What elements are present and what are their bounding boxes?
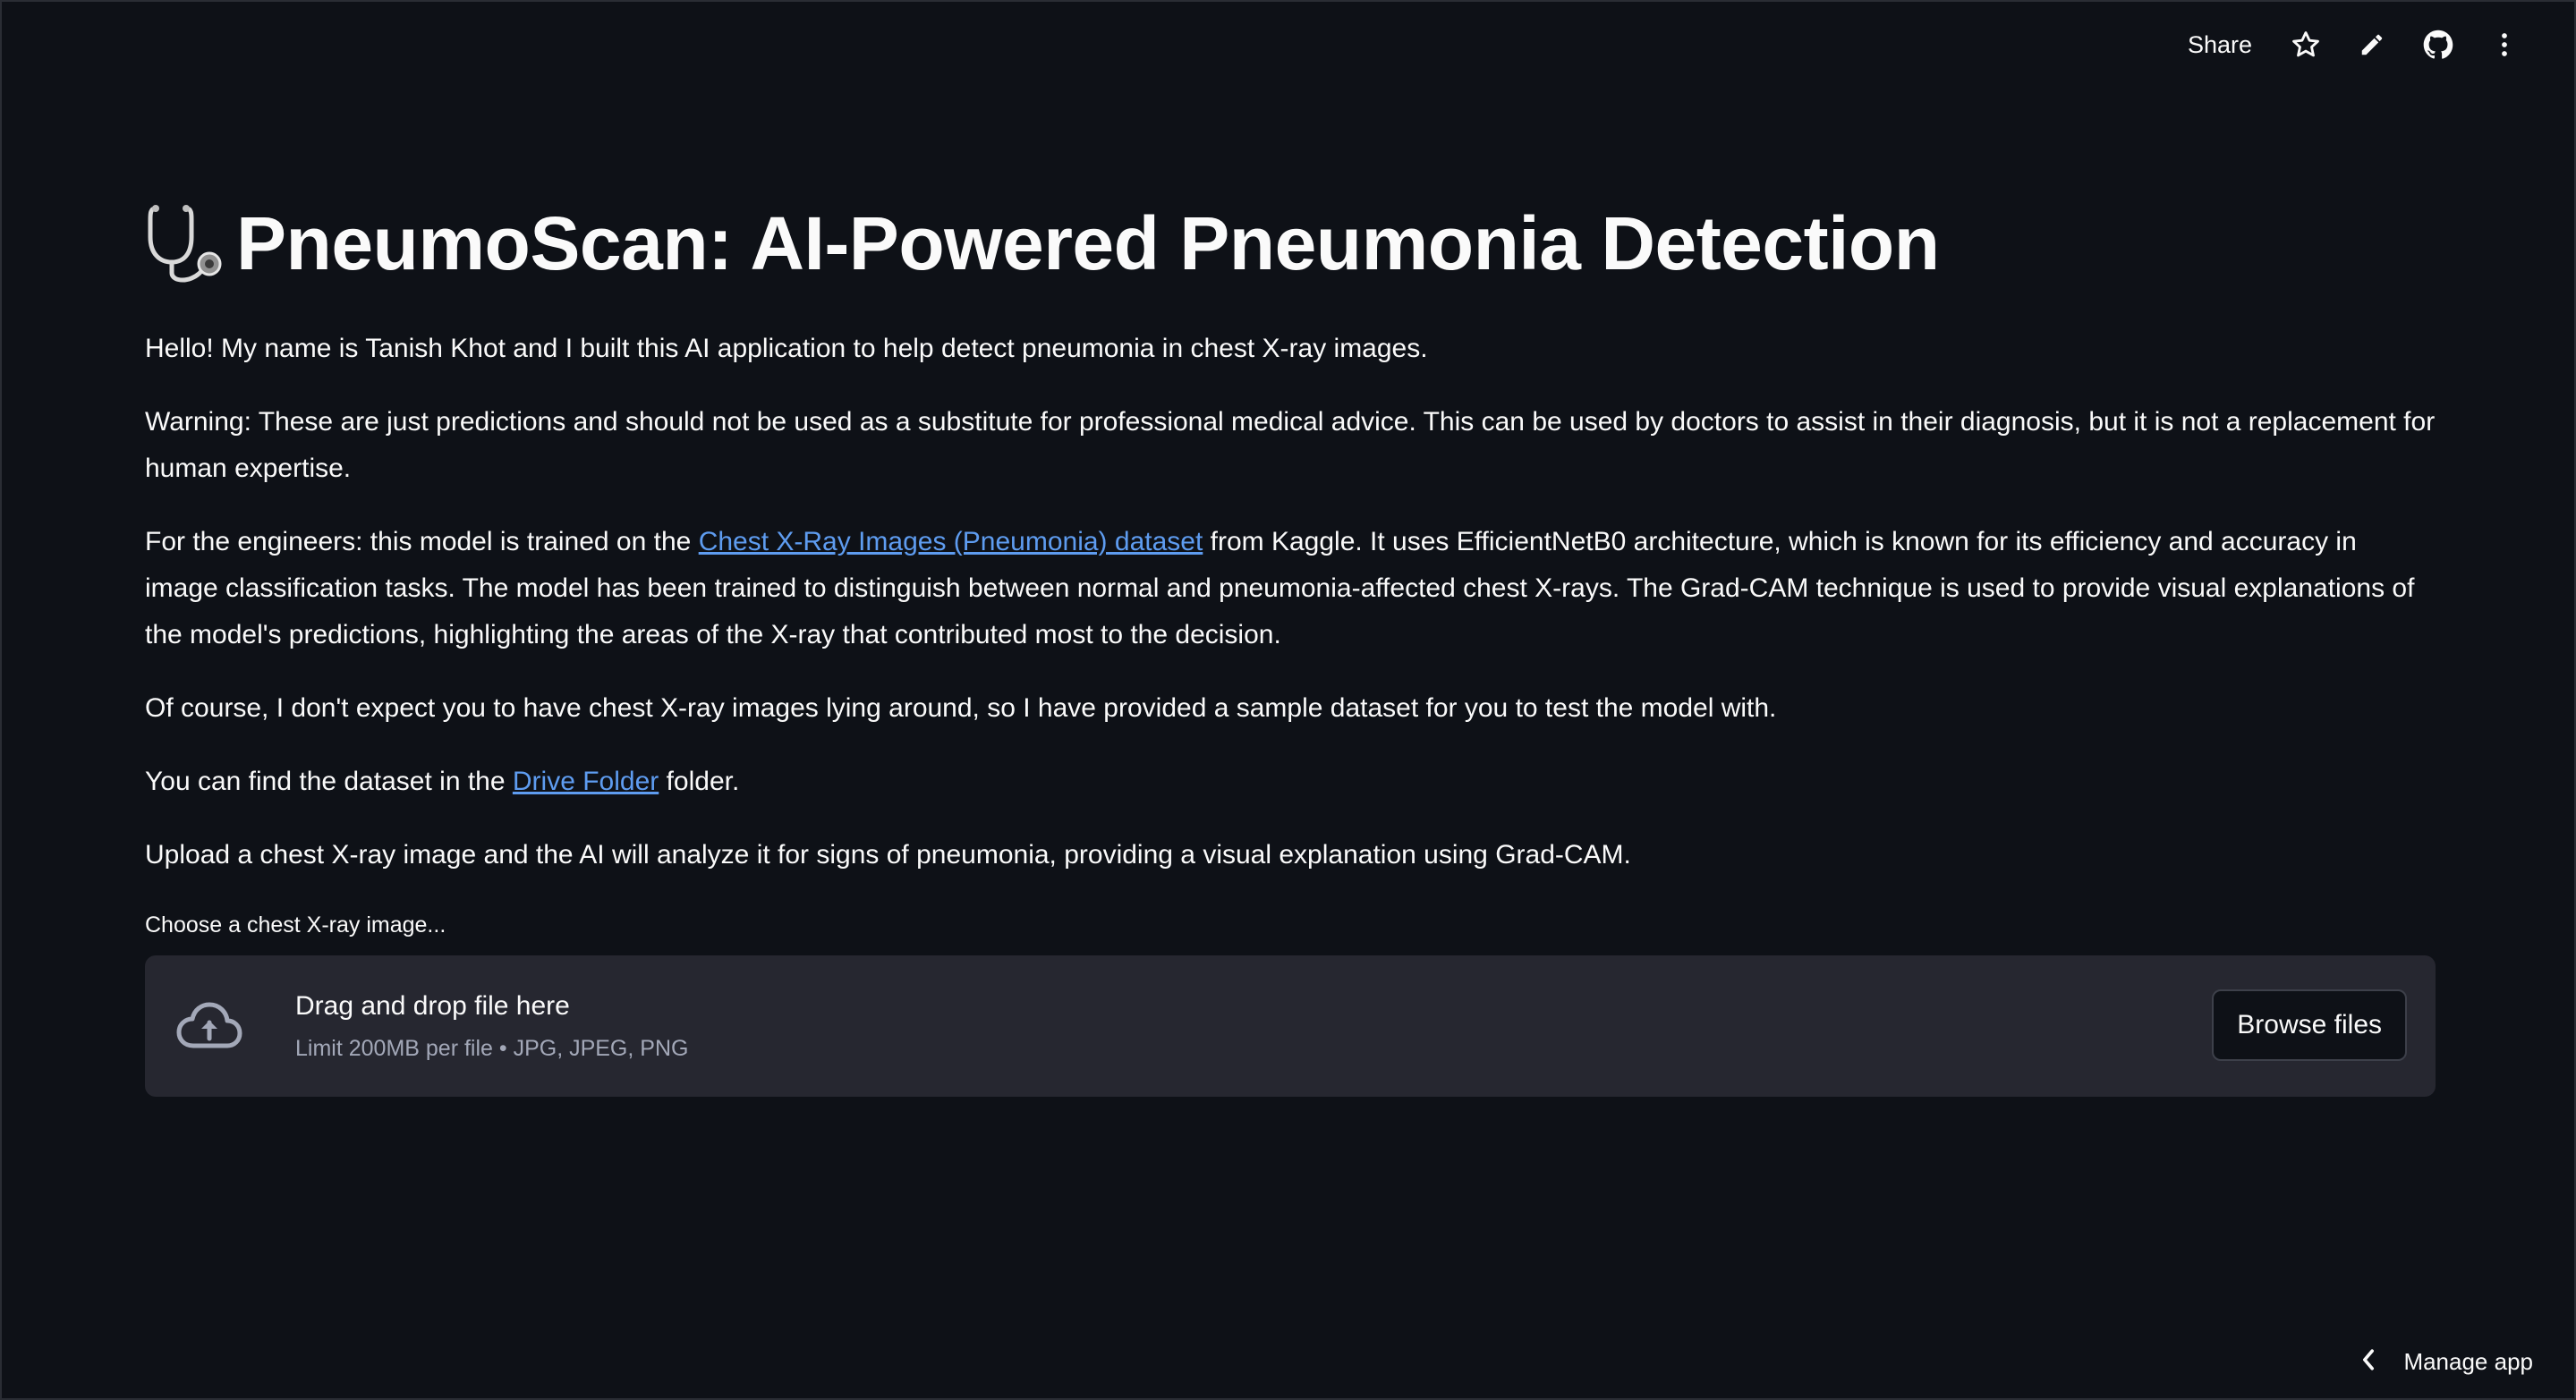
main-content: PneumoScan: AI-Powered Pneumonia Detecti… bbox=[145, 181, 2436, 1097]
warning-text: Warning: These are just predictions and … bbox=[145, 407, 2436, 483]
manage-app-button[interactable]: Manage app bbox=[2360, 1347, 2533, 1377]
dataset-kaggle-link[interactable]: Chest X-Ray Images (Pneumonia) dataset bbox=[699, 527, 1203, 556]
browse-files-button[interactable]: Browse files bbox=[2212, 989, 2407, 1061]
kebab-menu-icon[interactable] bbox=[2485, 25, 2524, 64]
dropzone-limit: Limit 200MB per file • JPG, JPEG, PNG bbox=[295, 1036, 689, 1061]
share-button[interactable]: Share bbox=[2188, 31, 2252, 59]
dataset-suffix: folder. bbox=[659, 767, 740, 796]
stethoscope-icon bbox=[145, 199, 225, 288]
intro-text: Hello! My name is Tanish Khot and I buil… bbox=[145, 334, 1428, 363]
pencil-icon[interactable] bbox=[2352, 25, 2392, 64]
manage-app-label: Manage app bbox=[2403, 1348, 2533, 1375]
dataset-prefix: You can find the dataset in the bbox=[145, 767, 513, 796]
chevron-left-icon bbox=[2360, 1347, 2376, 1377]
github-icon[interactable] bbox=[2419, 25, 2458, 64]
dropzone-title: Drag and drop file here bbox=[295, 991, 570, 1021]
cloud-upload-icon bbox=[174, 990, 245, 1062]
page-header: PneumoScan: AI-Powered Pneumonia Detecti… bbox=[145, 181, 2436, 306]
dropzone-text: Drag and drop file here Limit 200MB per … bbox=[295, 989, 688, 1063]
engineers-text: For the engineers: this model is trained… bbox=[145, 519, 2436, 658]
file-dropzone[interactable]: Drag and drop file here Limit 200MB per … bbox=[145, 955, 2436, 1097]
drive-folder-link[interactable]: Drive Folder bbox=[513, 767, 659, 796]
sample-text: Of course, I don't expect you to have ch… bbox=[145, 693, 1777, 723]
uploader-label: Choose a chest X-ray image... bbox=[145, 912, 446, 938]
dataset-text: You can find the dataset in the Drive Fo… bbox=[145, 759, 2436, 805]
page-title: PneumoScan: AI-Powered Pneumonia Detecti… bbox=[236, 201, 1940, 285]
upload-instructions: Upload a chest X-ray image and the AI wi… bbox=[145, 840, 1631, 870]
star-icon[interactable] bbox=[2286, 25, 2325, 64]
top-toolbar: Share bbox=[2188, 25, 2524, 64]
app-window: Share PneumoScan: AI-Powered Pneumonia D… bbox=[0, 0, 2576, 1400]
engineers-prefix: For the engineers: this model is trained… bbox=[145, 527, 699, 556]
